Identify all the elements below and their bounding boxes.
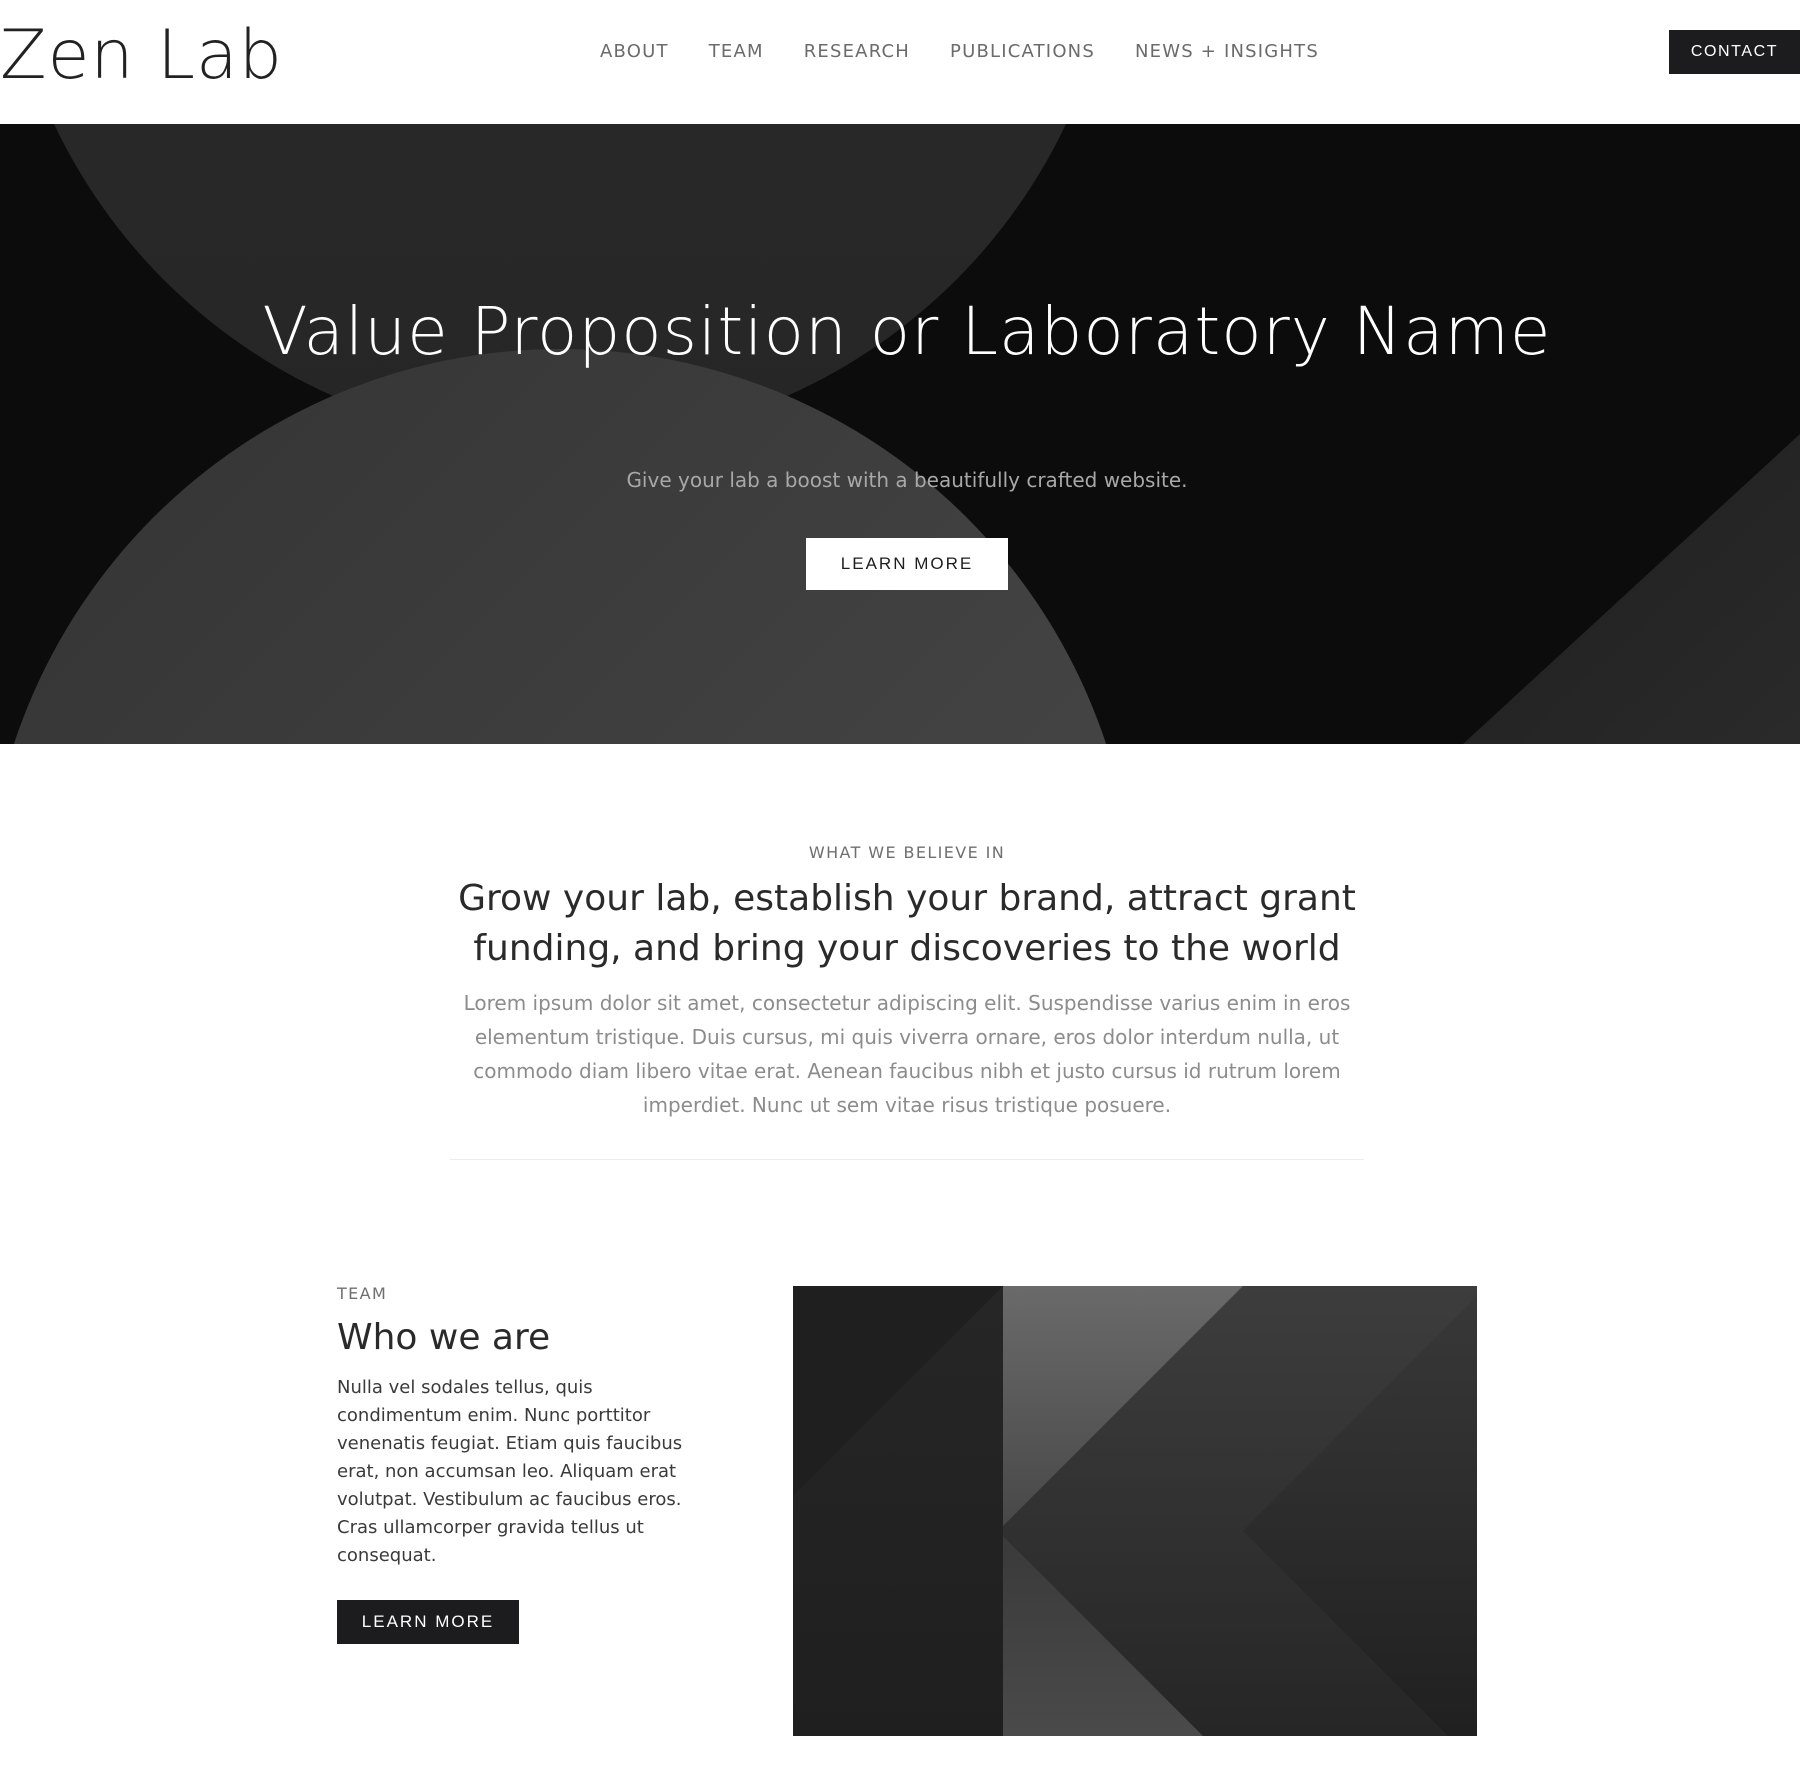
hero-section: Value Proposition or Laboratory Name Giv… [0, 124, 1800, 744]
nav-link-publications[interactable]: PUBLICATIONS [950, 41, 1095, 63]
hero-title: Value Proposition or Laboratory Name [262, 293, 1552, 370]
team-heading: Who we are [337, 1317, 551, 1358]
nav-link-research[interactable]: RESEARCH [804, 41, 910, 63]
site-logo[interactable]: Zen Lab [0, 16, 283, 96]
team-body: Nulla vel sodales tellus, quis condiment… [337, 1377, 683, 1566]
main-nav: ABOUT TEAM RESEARCH PUBLICATIONS NEWS + … [600, 41, 1319, 63]
team-image-shapes [793, 1286, 1477, 1736]
belief-eyebrow: WHAT WE BELIEVE IN [808, 843, 1006, 862]
nav-link-team[interactable]: TEAM [709, 41, 764, 63]
belief-heading: Grow your lab, establish your brand, att… [458, 878, 1356, 969]
team-learn-more-button[interactable]: LEARN MORE [337, 1600, 519, 1644]
belief-body: Lorem ipsum dolor sit amet, consectetur … [463, 991, 1351, 1117]
team-image [793, 1286, 1477, 1736]
team-eyebrow: TEAM [337, 1284, 388, 1303]
hero-subtitle: Give your lab a boost with a beautifully… [626, 468, 1188, 492]
site-header: Zen Lab ABOUT TEAM RESEARCH PUBLICATIONS… [0, 0, 1800, 124]
contact-button[interactable]: CONTACT [1669, 30, 1800, 74]
nav-link-news-insights[interactable]: NEWS + INSIGHTS [1135, 41, 1319, 63]
hero-content: Value Proposition or Laboratory Name Giv… [0, 124, 1800, 744]
nav-link-about[interactable]: ABOUT [600, 41, 669, 63]
section-divider [450, 1159, 1364, 1160]
hero-learn-more-button[interactable]: LEARN MORE [806, 538, 1008, 590]
